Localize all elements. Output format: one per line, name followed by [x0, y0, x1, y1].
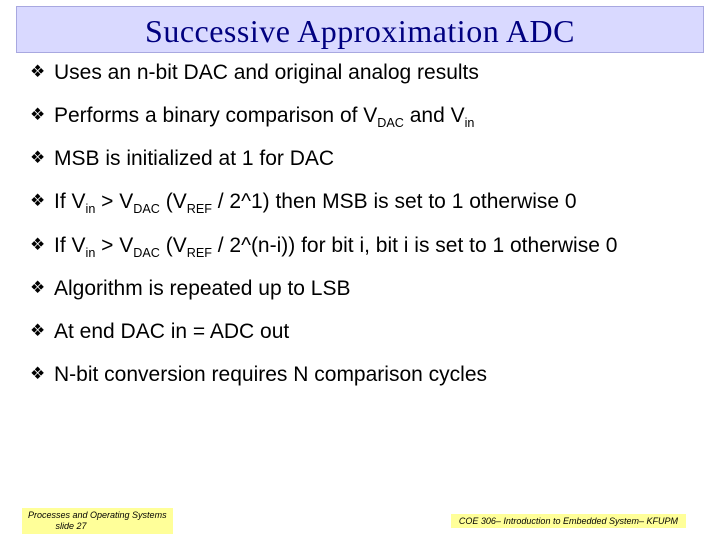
subscript: REF — [187, 246, 212, 260]
footer-left: Processes and Operating Systems slide 27 — [22, 508, 173, 534]
bullet-item: Uses an n-bit DAC and original analog re… — [30, 61, 694, 85]
subscript: REF — [187, 203, 212, 217]
bullet-text: (V — [160, 190, 187, 213]
slide-title: Successive Approximation ADC — [17, 13, 703, 50]
bullet-list: Uses an n-bit DAC and original analog re… — [30, 61, 694, 387]
bullet-text: MSB is initialized at 1 for DAC — [54, 147, 334, 170]
bullet-text: / 2^1) then MSB is set to 1 otherwise 0 — [212, 190, 577, 213]
subscript: in — [465, 116, 475, 130]
bullet-item: If Vin > VDAC (VREF / 2^1) then MSB is s… — [30, 190, 694, 214]
bullet-text: (V — [160, 234, 187, 257]
subscript: in — [86, 203, 96, 217]
footer-left-line1: Processes and Operating Systems — [28, 510, 167, 520]
bullet-text: If V — [54, 190, 86, 213]
slide-surface: Successive Approximation ADC Uses an n-b… — [0, 0, 720, 540]
bullet-item: If Vin > VDAC (VREF / 2^(n-i)) for bit i… — [30, 234, 694, 258]
subscript: DAC — [133, 246, 160, 260]
bullet-item: Performs a binary comparison of VDAC and… — [30, 104, 694, 128]
bullet-text: > V — [95, 234, 133, 257]
subscript: DAC — [377, 116, 404, 130]
bullet-item: Algorithm is repeated up to LSB — [30, 277, 694, 301]
footer-right-text: COE 306– Introduction to Embedded System… — [459, 516, 678, 526]
subscript: DAC — [133, 203, 160, 217]
bullet-text: Algorithm is repeated up to LSB — [54, 277, 351, 300]
bullet-text: Performs a binary comparison of V — [54, 104, 377, 127]
slide-body: Uses an n-bit DAC and original analog re… — [0, 53, 720, 387]
subscript: in — [86, 246, 96, 260]
bullet-text: / 2^(n-i)) for bit i, bit i is set to 1 … — [212, 234, 618, 257]
title-box: Successive Approximation ADC — [16, 6, 704, 53]
bullet-text: Uses an n-bit DAC and original analog re… — [54, 61, 479, 84]
bullet-text: At end DAC in = ADC out — [54, 320, 289, 343]
bullet-text: and V — [404, 104, 465, 127]
bullet-item: At end DAC in = ADC out — [30, 320, 694, 344]
footer-right: COE 306– Introduction to Embedded System… — [451, 514, 686, 528]
bullet-text: N-bit conversion requires N comparison c… — [54, 363, 487, 386]
bullet-item: N-bit conversion requires N comparison c… — [30, 363, 694, 387]
bullet-text: If V — [54, 234, 86, 257]
footer-left-line2: slide 27 — [56, 521, 87, 531]
slide-root: Successive Approximation ADC Uses an n-b… — [0, 0, 720, 540]
bullet-text: > V — [95, 190, 133, 213]
footer: Processes and Operating Systems slide 27… — [0, 512, 720, 540]
bullet-item: MSB is initialized at 1 for DAC — [30, 147, 694, 171]
